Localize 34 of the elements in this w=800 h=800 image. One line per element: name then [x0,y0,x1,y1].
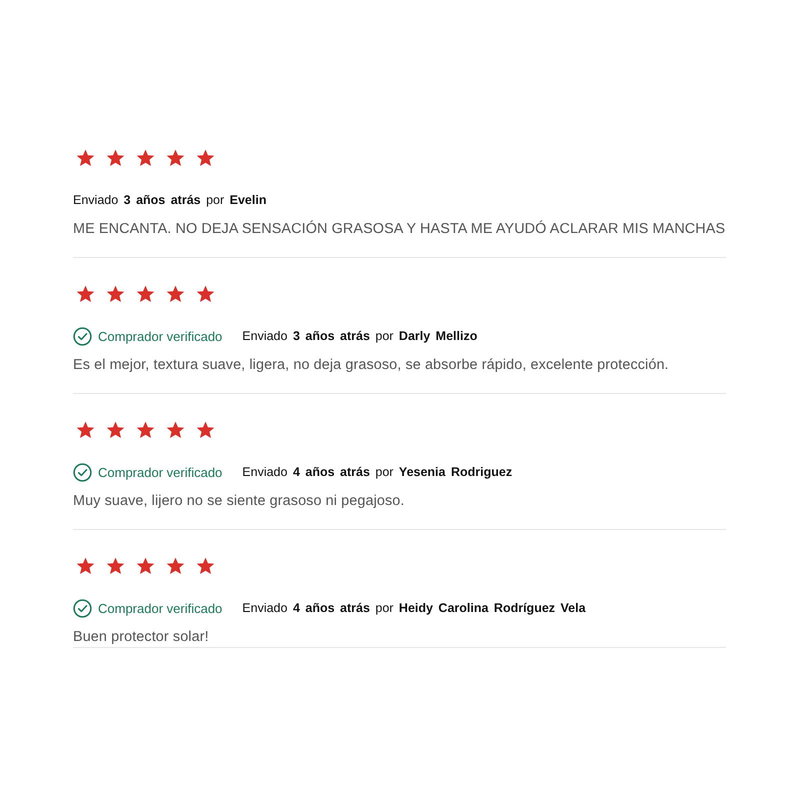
star-icon [106,421,125,439]
star-icon [166,285,185,303]
star-icon [166,149,185,167]
review-text: Muy suave, lijero no se siente grasoso ni pegajoso. [73,492,404,511]
star-icon [106,557,125,575]
check-circle-icon [73,598,92,618]
star-icon [106,285,125,303]
star-icon [76,557,95,575]
star-icon [76,421,95,439]
check-circle-icon [73,326,92,346]
star-icon [136,149,155,167]
star-icon [106,149,125,167]
star-icon [166,557,185,575]
review-text: Buen protector solar! [73,628,209,647]
verified-buyer-label: Comprador verificado [98,328,222,344]
star-icon [136,557,155,575]
star-icon [76,285,95,303]
check-circle-icon [73,462,92,482]
star-icon [196,149,215,167]
star-icon [196,285,215,303]
verified-buyer-label: Comprador verificado [98,600,222,616]
star-icon [196,557,215,575]
review-meta: Enviado 3 años atrás por Evelin [73,193,266,207]
verified-buyer-label: Comprador verificado [98,464,222,480]
star-icon [136,421,155,439]
star-icon [76,149,95,167]
review-meta: Enviado 3 años atrás por Darly Mellizo [242,329,478,343]
review-text: Es el mejor, textura suave, ligera, no deja grasoso, se absorbe rápido, excelente protección. [73,356,669,375]
review-meta: Enviado 4 años atrás por Heidy Carolina Rodríguez Vela [242,601,586,615]
review-text: ME ENCANTA. NO DEJA SENSACIÓN GRASOSA Y HASTA ME AYUDÓ ACLARAR MIS MANCHAS [73,220,726,239]
review-meta: Enviado 4 años atrás por Yesenia Rodriguez [242,465,512,479]
star-icon [196,421,215,439]
star-icon [166,421,185,439]
star-icon [136,285,155,303]
